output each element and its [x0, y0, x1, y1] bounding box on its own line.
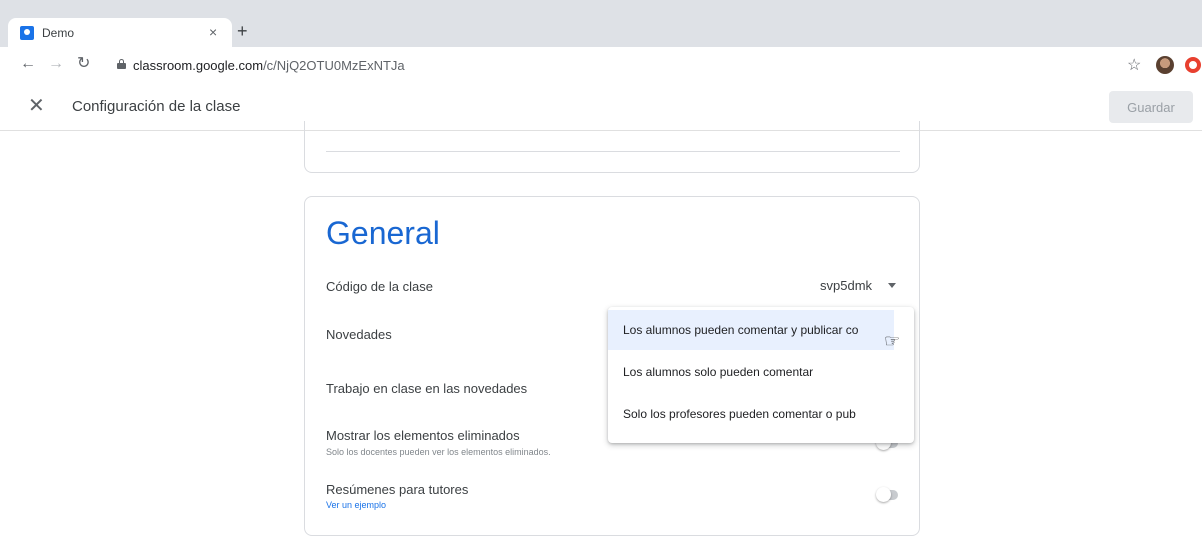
tab-title: Demo	[42, 26, 75, 40]
close-icon[interactable]: ✕	[28, 95, 45, 117]
chevron-down-icon[interactable]	[888, 283, 896, 288]
url-path: /c/NjQ2OTU0MzExNTJa	[263, 58, 405, 73]
extension-icon[interactable]	[1185, 57, 1201, 73]
new-tab-button[interactable]: +	[237, 22, 248, 40]
address-bar[interactable]: classroom.google.com/c/NjQ2OTU0MzExNTJa	[133, 58, 405, 73]
deleted-items-label: Mostrar los elementos eliminados	[326, 428, 520, 443]
view-example-link[interactable]: Ver un ejemplo	[326, 500, 386, 510]
guardian-summaries-toggle[interactable]	[876, 487, 898, 502]
bookmark-star-icon[interactable]: ☆	[1127, 55, 1141, 75]
section-title: General	[326, 215, 440, 251]
settings-content: General Código de la clase svp5dmk Noved…	[0, 121, 1202, 536]
forward-arrow-icon[interactable]: →	[48, 54, 64, 74]
stream-label: Novedades	[326, 327, 392, 342]
reload-icon[interactable]: ↻	[77, 54, 90, 74]
url-host: classroom.google.com	[133, 58, 264, 73]
class-code-value[interactable]: svp5dmk	[820, 278, 872, 293]
page-title: Configuración de la clase	[72, 98, 241, 115]
menu-item-post-and-comment[interactable]: Los alumnos pueden comentar y publicar c…	[608, 310, 894, 350]
guardian-summaries-label: Resúmenes para tutores	[326, 482, 469, 497]
back-arrow-icon[interactable]: ←	[20, 54, 36, 74]
classroom-favicon-icon	[20, 26, 34, 40]
hand-cursor-icon: ☞	[884, 331, 901, 351]
text-field-underline	[326, 151, 900, 152]
browser-toolbar: ← → ↻ classroom.google.com/c/NjQ2OTU0MzE…	[0, 47, 1202, 83]
browser-tabstrip: Demo × +	[0, 0, 1202, 48]
menu-item-teachers-only[interactable]: Solo los profesores pueden comentar o pu…	[608, 394, 914, 434]
browser-tab[interactable]: Demo ×	[8, 18, 232, 48]
class-code-label: Código de la clase	[326, 279, 433, 294]
previous-section-card	[304, 121, 920, 173]
menu-item-comment-only[interactable]: Los alumnos solo pueden comentar	[608, 352, 914, 392]
lock-icon[interactable]	[117, 59, 126, 69]
deleted-items-description: Solo los docentes pueden ver los element…	[326, 447, 551, 457]
classwork-stream-label: Trabajo en clase en las novedades	[326, 381, 528, 396]
save-button[interactable]: Guardar	[1109, 91, 1193, 123]
tab-close-icon[interactable]: ×	[209, 24, 217, 40]
stream-options-menu: Los alumnos pueden comentar y publicar c…	[608, 307, 914, 443]
profile-avatar[interactable]	[1156, 56, 1174, 74]
